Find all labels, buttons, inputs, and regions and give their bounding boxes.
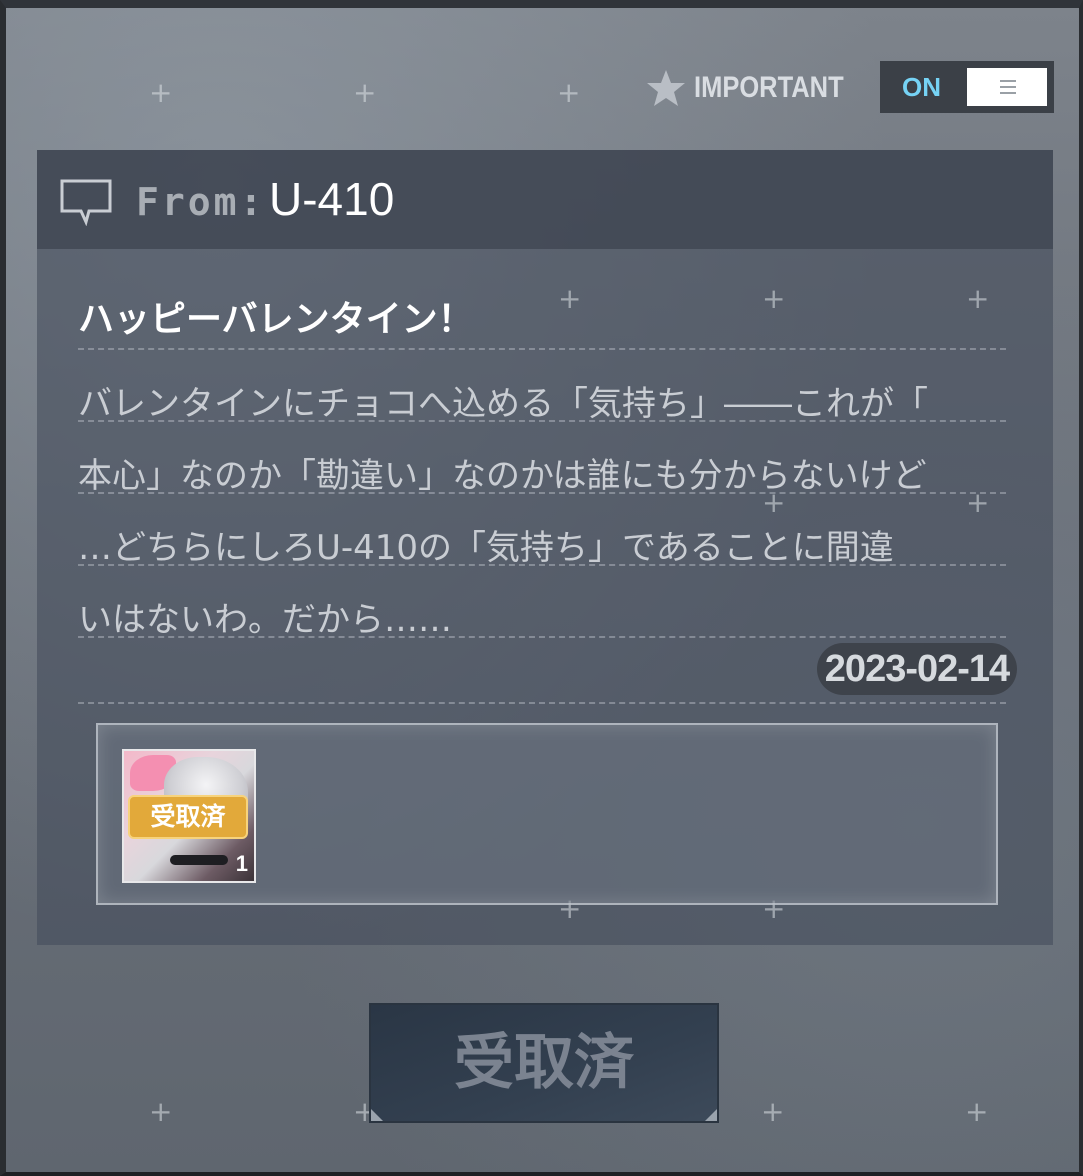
corner-accent-icon (371, 1109, 383, 1121)
mail-header: From: U-410 (37, 150, 1053, 249)
mail-title: ハッピーバレンタイン！ (78, 299, 474, 340)
from-label: From: (136, 180, 266, 224)
star-icon (647, 70, 685, 106)
chat-bubble-icon (60, 179, 112, 226)
menu-lines-icon (1000, 80, 1016, 94)
grid-marker: + (966, 282, 990, 315)
mail-body-line: 本心」なのか「勘違い」なのかは誰にも分からないけど (78, 456, 927, 496)
mail-body-line: …どちらにしろU-410の「気持ち」であることに間違 (78, 528, 894, 568)
corner-accent-icon (705, 1109, 717, 1121)
reward-art-collar (170, 855, 228, 865)
app-window: + + + + + + + IMPORTANT ON From: U-410 +… (0, 0, 1083, 1176)
important-filter[interactable]: IMPORTANT (646, 66, 870, 110)
reward-item[interactable]: 受取済 1 (122, 749, 256, 883)
grid-marker: + (557, 76, 581, 109)
divider (78, 564, 1006, 566)
divider (78, 636, 1006, 638)
divider (78, 702, 1006, 704)
divider (78, 492, 1006, 494)
claim-button-label: 受取済 (454, 1028, 634, 1098)
toggle-state-label: ON (902, 72, 941, 102)
reward-quantity: 1 (235, 851, 248, 876)
important-toggle[interactable]: ON (880, 61, 1054, 113)
mail-panel: From: U-410 + + + + + + + ハッピーバレンタイン！ バレ… (37, 150, 1053, 945)
grid-marker: + (353, 76, 377, 109)
claimed-status-tag: 受取済 (128, 795, 248, 839)
divider (78, 420, 1006, 422)
divider (78, 348, 1006, 350)
toggle-knob[interactable] (967, 68, 1047, 106)
grid-marker: + (149, 1095, 173, 1128)
sender-name: U-410 (269, 173, 395, 225)
claim-button[interactable]: 受取済 (369, 1003, 719, 1123)
mail-date-badge: 2023-02-14 (817, 643, 1017, 695)
grid-marker: + (761, 1095, 785, 1128)
grid-marker: + (558, 282, 582, 315)
grid-marker: + (149, 76, 173, 109)
mail-body-line: バレンタインにチョコへ込める「気持ち」――これが「 (78, 384, 928, 424)
reward-container: 受取済 1 (96, 723, 998, 905)
grid-marker: + (966, 486, 990, 519)
grid-marker: + (762, 282, 786, 315)
grid-marker: + (965, 1095, 989, 1128)
mail-body-line: いはないわ。だから…… (78, 600, 452, 640)
important-label: IMPORTANT (694, 71, 844, 104)
